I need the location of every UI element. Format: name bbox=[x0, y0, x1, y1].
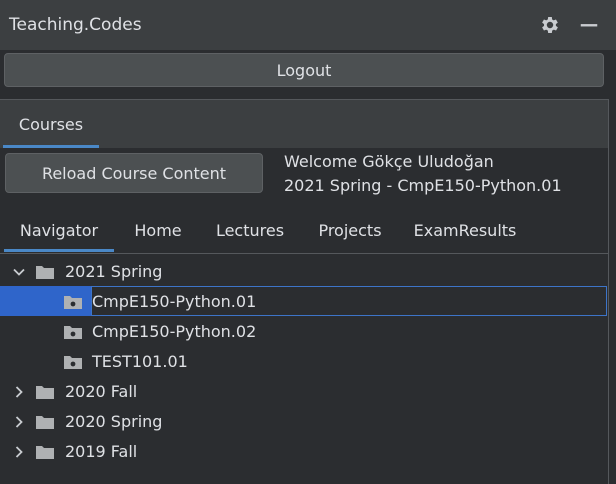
tree-item-2019-fall[interactable]: 2019 Fall bbox=[0, 437, 608, 467]
chevron-right-icon[interactable] bbox=[12, 415, 26, 429]
tab-lectures-label: Lectures bbox=[215, 220, 285, 240]
tree-item-2020-spring[interactable]: 2020 Spring bbox=[0, 407, 608, 437]
navigation-tabs: Navigator Home Lectures Projects ExamRes… bbox=[0, 208, 608, 252]
tree-border bbox=[0, 253, 609, 254]
tab-home-label: Home bbox=[134, 220, 182, 240]
tree-item-label: 2019 Fall bbox=[65, 442, 138, 461]
tree-item-label: CmpE150-Python.02 bbox=[92, 322, 257, 341]
window-title: Teaching.Codes bbox=[9, 15, 142, 35]
logout-button[interactable]: Logout bbox=[4, 53, 604, 87]
tree-item-label: CmpE150-Python.01 bbox=[92, 292, 257, 311]
tab-projects[interactable]: Projects bbox=[306, 208, 394, 252]
current-course-text: 2021 Spring - CmpE150-Python.01 bbox=[284, 176, 562, 195]
tree-item-test101-01[interactable]: TEST101.01 bbox=[0, 347, 608, 377]
tree-item-cmpe150-python-02[interactable]: CmpE150-Python.02 bbox=[0, 317, 608, 347]
chevron-right-icon[interactable] bbox=[12, 385, 26, 399]
tree-item-label: 2021 Spring bbox=[65, 262, 163, 281]
folder-icon bbox=[36, 386, 54, 399]
tree-item-2021-spring[interactable]: 2021 Spring bbox=[0, 257, 608, 287]
chevron-right-icon[interactable] bbox=[12, 445, 26, 459]
minimize-icon[interactable] bbox=[578, 14, 600, 36]
tree-item-2020-fall[interactable]: 2020 Fall bbox=[0, 377, 608, 407]
tree-item-label: 2020 Spring bbox=[65, 412, 163, 431]
tab-examresults-label: ExamResults bbox=[413, 220, 517, 240]
tree-item-label: 2020 Fall bbox=[65, 382, 138, 401]
tab-courses[interactable]: Courses bbox=[3, 100, 99, 148]
package-icon bbox=[64, 296, 82, 309]
reload-course-content-button[interactable]: Reload Course Content bbox=[5, 153, 263, 193]
teaching-codes-tool-window: Teaching.Codes Logout Courses Reload Cou… bbox=[0, 0, 616, 484]
tab-navigator-label: Navigator bbox=[19, 220, 99, 240]
tab-lectures[interactable]: Lectures bbox=[204, 208, 296, 252]
tab-examresults[interactable]: ExamResults bbox=[404, 208, 526, 252]
package-icon bbox=[64, 326, 82, 339]
pane-border-right bbox=[608, 99, 609, 484]
tab-navigator[interactable]: Navigator bbox=[4, 208, 114, 252]
folder-icon bbox=[36, 446, 54, 459]
courses-tab-bar: Courses bbox=[0, 100, 608, 148]
title-bar: Teaching.Codes bbox=[0, 0, 616, 50]
tree-item-label: TEST101.01 bbox=[92, 352, 188, 371]
folder-icon bbox=[36, 266, 54, 279]
tab-courses-label: Courses bbox=[18, 114, 84, 134]
chevron-down-icon[interactable] bbox=[12, 265, 26, 279]
folder-icon bbox=[36, 416, 54, 429]
tab-home[interactable]: Home bbox=[120, 208, 196, 252]
tab-projects-label: Projects bbox=[318, 220, 382, 240]
gear-icon[interactable] bbox=[539, 14, 561, 36]
package-icon bbox=[64, 356, 82, 369]
tree-item-cmpe150-python-01[interactable]: CmpE150-Python.01 bbox=[0, 287, 608, 317]
active-tab-indicator bbox=[4, 249, 114, 252]
welcome-text: Welcome Gökçe Uludoğan bbox=[284, 152, 494, 171]
active-tab-indicator bbox=[3, 145, 99, 148]
